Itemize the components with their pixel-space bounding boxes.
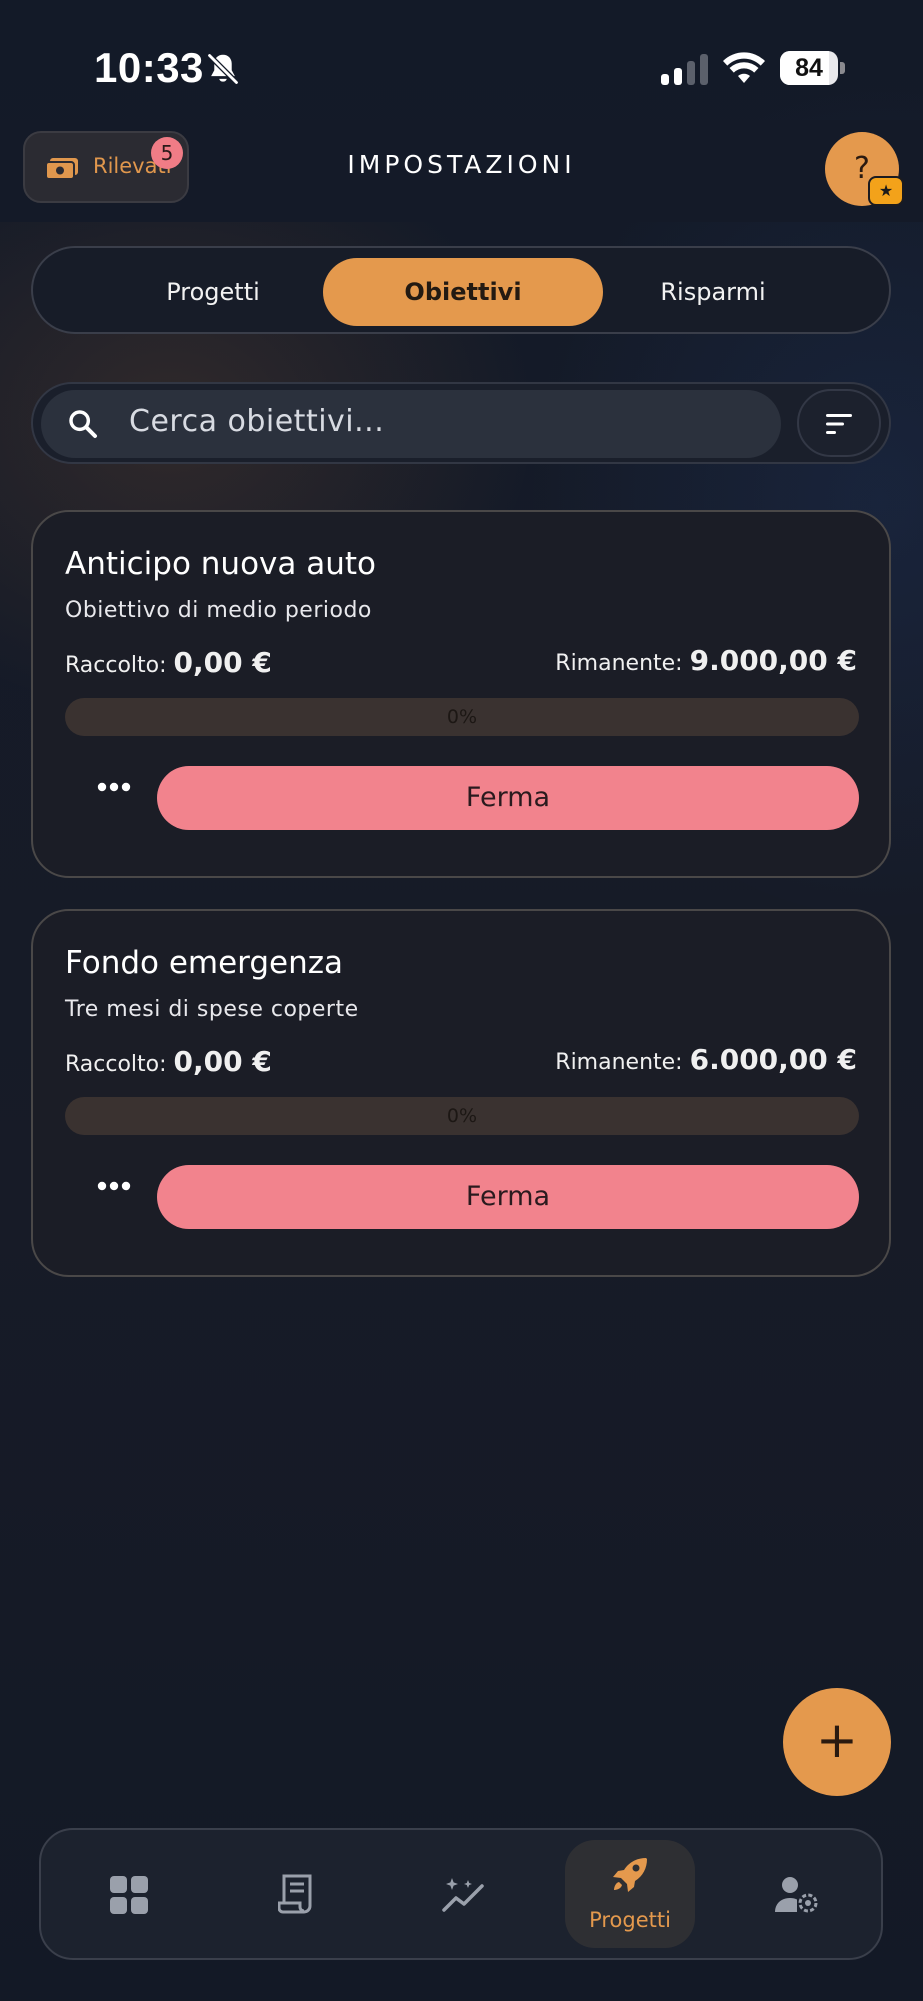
remaining-label: Rimanente: (555, 651, 683, 676)
stop-button[interactable]: Ferma (157, 766, 859, 830)
goal-progress-bar: 0% (65, 698, 859, 736)
search-input[interactable]: Cerca obiettivi... (41, 390, 781, 458)
progress-percentage: 0% (446, 1105, 478, 1127)
stop-button[interactable]: Ferma (157, 1165, 859, 1229)
search-placeholder: Cerca obiettivi... (129, 404, 385, 439)
collected-label: Raccolto: (65, 1052, 167, 1077)
goal-card: Fondo emergenza Tre mesi di spese copert… (31, 909, 891, 1277)
dashboard-grid-icon (110, 1876, 148, 1914)
nav-label-progetti: Progetti (589, 1908, 671, 1932)
collected-value: 0,00 € (173, 1045, 272, 1078)
goal-subtitle: Tre mesi di spese coperte (65, 997, 359, 1022)
status-time: 10:33 (94, 44, 204, 91)
nav-item-insights[interactable] (393, 1830, 533, 1958)
remaining-value: 6.000,00 € (689, 1043, 857, 1076)
sparkle-chart-icon (442, 1878, 484, 1912)
battery-indicator: 84 (780, 51, 846, 85)
goal-title: Fondo emergenza (65, 945, 344, 981)
page-title: IMPOSTAZIONI (347, 150, 576, 179)
remaining-amount: Rimanente: 6.000,00 € (555, 1043, 857, 1076)
bell-muted-icon (206, 52, 240, 86)
search-icon (69, 410, 97, 438)
collected-amount: Raccolto: 0,00 € (65, 646, 272, 679)
nav-item-dashboard[interactable] (59, 1830, 199, 1958)
goal-progress-bar: 0% (65, 1097, 859, 1135)
remaining-amount: Rimanente: 9.000,00 € (555, 644, 857, 677)
collected-amount: Raccolto: 0,00 € (65, 1045, 272, 1078)
star-icon: ★ (868, 176, 904, 206)
tab-progetti[interactable]: Progetti (73, 258, 353, 326)
tab-obiettivi[interactable]: Obiettivi (323, 258, 603, 326)
status-bar: 10:33 84 (0, 0, 923, 130)
sort-icon (826, 414, 852, 434)
user-settings-icon (775, 1877, 818, 1913)
notification-badge: 5 (151, 137, 183, 169)
sort-button[interactable] (797, 389, 881, 457)
search-bar: Cerca obiettivi... (31, 382, 891, 464)
nav-item-settings[interactable] (727, 1830, 867, 1958)
cellular-signal-icon (661, 54, 708, 85)
goal-title: Anticipo nuova auto (65, 546, 376, 582)
battery-tip (840, 62, 845, 74)
nav-item-transactions[interactable] (226, 1830, 366, 1958)
progress-percentage: 0% (446, 706, 478, 728)
nav-item-progetti[interactable]: Progetti (565, 1840, 695, 1948)
battery-percentage: 84 (795, 54, 823, 82)
remaining-value: 9.000,00 € (689, 644, 857, 677)
app-header: Rilevati IMPOSTAZIONI ? (0, 120, 923, 222)
more-horizontal-icon[interactable] (89, 1166, 139, 1206)
remaining-label: Rimanente: (555, 1050, 683, 1075)
collected-label: Raccolto: (65, 653, 167, 678)
bottom-navigation: Progetti (39, 1828, 883, 1960)
add-goal-button[interactable]: + (783, 1688, 891, 1796)
goal-card: Anticipo nuova auto Obiettivo di medio p… (31, 510, 891, 878)
rocket-icon (613, 1858, 647, 1892)
more-horizontal-icon[interactable] (89, 767, 139, 807)
goal-subtitle: Obiettivo di medio periodo (65, 598, 372, 623)
collected-value: 0,00 € (173, 646, 272, 679)
wifi-icon (723, 52, 765, 83)
tab-bar: Progetti Obiettivi Risparmi (31, 246, 891, 334)
tab-risparmi[interactable]: Risparmi (573, 258, 853, 326)
battery-body: 84 (780, 51, 838, 85)
receipt-icon (278, 1874, 312, 1914)
